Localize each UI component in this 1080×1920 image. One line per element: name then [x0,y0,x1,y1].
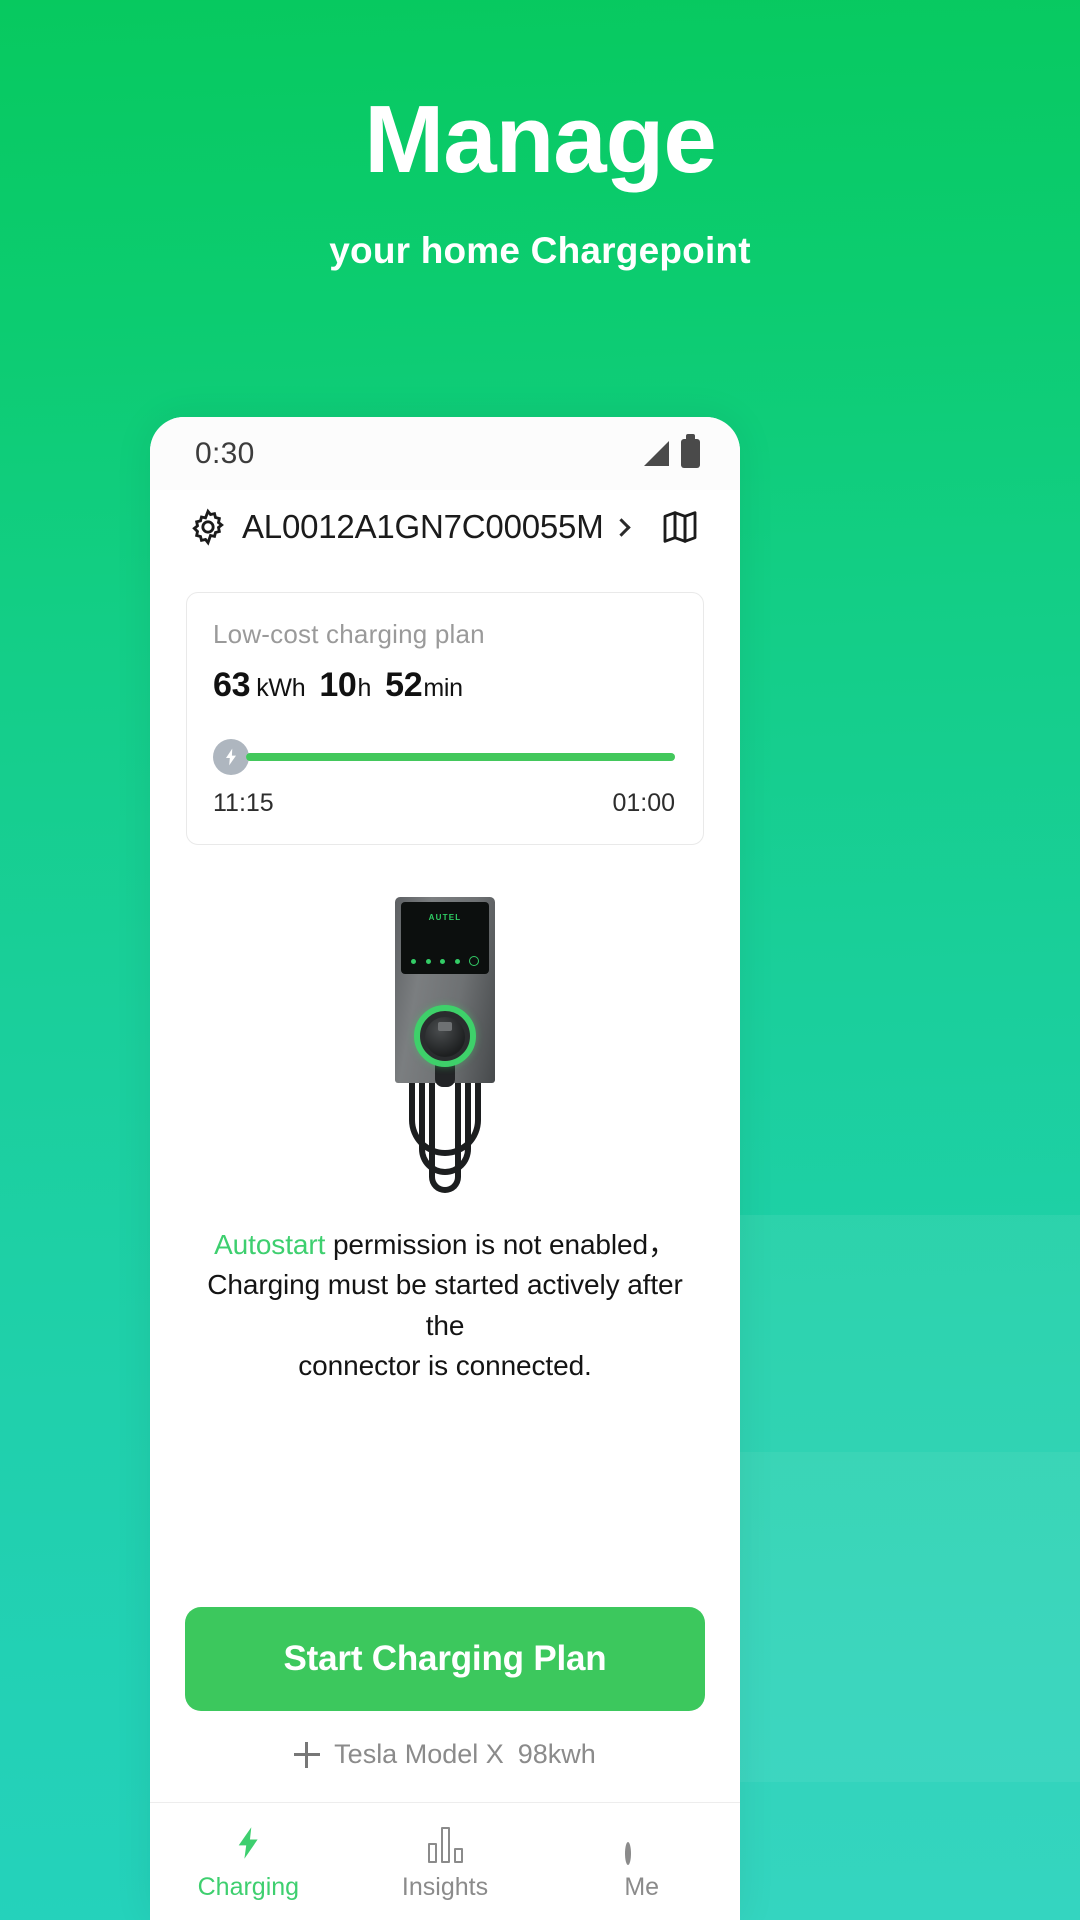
tab-label-charging: Charging [197,1873,300,1901]
charger-screen: AUTEL [401,902,489,974]
bar-chart-bar [427,1843,437,1863]
device-id-label[interactable]: AL0012A1GN7C00055M [242,508,604,546]
phone-mockup: 0:30 AL0012A1GN7C00055M Low-cost chargin… [150,417,740,1920]
charging-plan-card[interactable]: Low-cost charging plan 63 kWh 10 h 52 mi… [186,592,704,845]
plan-time-range: 11:15 01:00 [213,789,675,818]
autostart-note-line2: Charging must be started actively after … [207,1269,683,1341]
plan-minutes-value: 52 [385,666,423,704]
plan-end-time: 01:00 [612,789,675,817]
autostart-note-line3: connector is connected. [298,1349,592,1381]
background-panel-right-lower [735,1452,1080,1782]
charger-cable [429,1077,461,1193]
charger-indicator-dot [454,958,460,964]
charging-progress-bar[interactable] [213,739,675,775]
ev-wall-charger-image: AUTEL [395,897,495,1195]
map-icon[interactable] [660,507,700,547]
tab-me[interactable]: Me [543,1803,740,1920]
lightning-bolt-icon [213,739,249,775]
hero-section: Manage your home Chargepoint [0,0,1080,272]
cta-section: Start Charging Plan Tesla Model X 98kwh [150,1607,740,1802]
tab-insights[interactable]: Insights [347,1803,544,1920]
plus-icon[interactable] [294,1741,321,1768]
charger-indicator-dot [425,958,431,964]
autostart-highlight: Autostart [214,1229,326,1260]
plan-energy-unit: kWh [256,674,306,702]
plan-minutes-unit: min [423,674,463,702]
page-title: Manage [364,86,716,193]
bar-chart-icon [427,1821,463,1863]
charger-indicator-dot [440,958,445,964]
autostart-note-line1: permission is not enabled， [325,1229,676,1260]
progress-track [246,753,675,761]
bar-chart-bar [453,1848,463,1863]
charger-power-icon [469,956,479,966]
plan-hours-value: 10 [319,666,357,704]
gear-icon[interactable] [188,507,228,547]
charger-image-area: AUTEL [150,897,740,1197]
tab-label-me: Me [624,1873,660,1901]
charger-connector-plug [425,1017,465,1057]
plan-hours-unit: h [357,674,372,702]
start-charging-plan-button[interactable]: Start Charging Plan [185,1607,705,1711]
lightning-bolt-icon [230,1821,266,1863]
chevron-right-icon[interactable] [612,517,632,537]
status-bar-time: 0:30 [195,436,255,470]
page-subtitle: your home Chargepoint [329,230,751,271]
signal-bars-icon [644,441,669,466]
status-bar: 0:30 [150,417,740,490]
vehicle-selector[interactable]: Tesla Model X 98kwh [150,1739,740,1770]
battery-icon [681,434,700,468]
device-header: AL0012A1GN7C00055M [150,490,740,564]
charger-brand-label: AUTEL [428,913,462,922]
vehicle-capacity: 98kwh [517,1739,596,1769]
autostart-note: Autostart permission is not enabled， Cha… [190,1225,700,1386]
tab-charging[interactable]: Charging [150,1803,347,1920]
plan-start-time: 11:15 [213,789,274,817]
tab-label-insights: Insights [401,1873,489,1901]
bar-chart-bar [440,1827,450,1863]
status-bar-icons [644,434,700,468]
charger-indicator-dots [411,956,479,966]
person-icon [624,1821,659,1865]
plan-figures: 63 kWh 10 h 52 min [213,666,675,705]
plan-energy-value: 63 [213,666,251,704]
plan-title: Low-cost charging plan [213,619,485,649]
progress-fill [246,753,675,761]
vehicle-name: Tesla Model X [334,1739,504,1769]
bottom-tab-bar: Charging Insights Me [150,1802,740,1920]
charger-indicator-dot [411,958,416,964]
